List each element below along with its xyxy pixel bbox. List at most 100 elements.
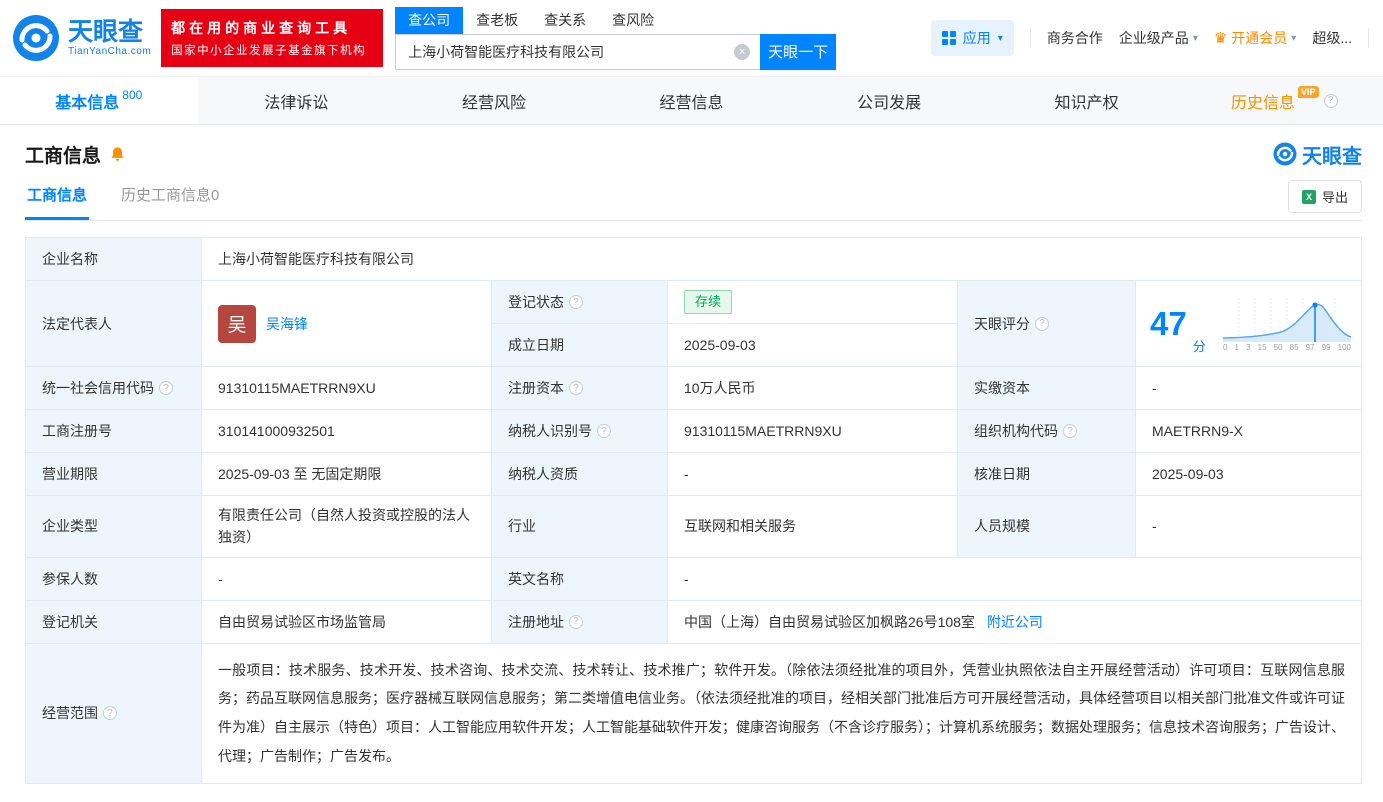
field-value-insured: - [202,558,492,601]
export-button[interactable]: X 导出 [1288,180,1362,213]
field-value-reg-status: 存续 [668,281,958,324]
top-bar: 天眼查 TianYanCha.com 都在用的商业查询工具 国家中小企业发展子基… [0,0,1383,76]
field-value-taxpayer-quality: - [668,453,958,496]
tab-operating-risk[interactable]: 经营风险 [395,77,593,124]
tab-legal[interactable]: 法律诉讼 [198,77,396,124]
tab-business-info[interactable]: 经营信息 [593,77,791,124]
field-value-reg-no: 310141000932501 [202,410,492,453]
menu-enterprise[interactable]: 企业级产品 ▾ [1119,28,1198,48]
score-value: 47 [1150,307,1187,340]
brand-name: 天眼查 [68,19,151,47]
field-label-english-name: 英文名称 [492,558,668,601]
tab-intellectual-property[interactable]: 知识产权 [988,77,1186,124]
header-menu: 应用 ▾ 商务合作 企业级产品 ▾ ♛ 开通会员 ▾ 超级... [931,20,1369,56]
score-unit: 分 [1193,336,1206,355]
tab-operating-risk-label: 经营风险 [462,89,526,113]
field-label-company-type: 企业类型 [26,496,202,558]
field-value-taxpayer-no: 91310115MAETRRN9XU [668,410,958,453]
tab-history-info[interactable]: 历史信息 VIP ? [1185,77,1383,124]
field-label-taxpayer-quality: 纳税人资质 [492,453,668,496]
help-icon[interactable]: ? [569,295,583,309]
field-label-paid-capital: 实缴资本 [958,367,1136,410]
menu-cooperation-label: 商务合作 [1047,28,1103,48]
field-value-industry: 互联网和相关服务 [668,496,958,558]
score-distribution-chart: 0131550859799100 [1223,296,1351,352]
help-icon[interactable]: ? [569,615,583,629]
menu-cooperation[interactable]: 商务合作 [1047,28,1103,48]
help-icon[interactable]: ? [1324,94,1338,108]
field-label-approved: 核准日期 [958,453,1136,496]
section-title: 工商信息 [25,141,101,168]
tab-business-info-label: 经营信息 [660,89,724,113]
field-label-insured: 参保人数 [26,558,202,601]
field-label-scope: 经营范围? [26,644,202,783]
field-label-credit-code: 统一社会信用代码? [26,367,202,410]
watermark-text: 天眼查 [1302,140,1362,169]
tianyancha-logo[interactable]: 天眼查 TianYanCha.com [12,14,151,62]
field-label-company-name: 企业名称 [26,238,202,281]
tab-history-label: 历史信息 [1231,89,1295,113]
menu-vip-label: 开通会员 [1231,28,1287,48]
menu-vip[interactable]: ♛ 开通会员 ▾ [1214,28,1296,48]
field-label-term: 营业期限 [26,453,202,496]
help-icon[interactable]: ? [1035,317,1049,331]
field-value-org-code: MAETRRN9-X [1136,410,1361,453]
status-badge: 存续 [684,290,732,314]
apps-label: 应用 [963,28,991,48]
field-value-scope: 一般项目：技术服务、技术开发、技术咨询、技术交流、技术转让、技术推广；软件开发。… [202,644,1361,783]
nearby-companies-link[interactable]: 附近公司 [987,612,1043,632]
promo-line2: 国家中小企业发展子基金旗下机构 [171,42,373,58]
search-button[interactable]: 天眼一下 [760,34,836,70]
search-input[interactable] [395,34,760,70]
chevron-down-icon: ▾ [998,33,1003,44]
tab-basic-info[interactable]: 基本信息 800 [0,77,198,124]
field-value-address: 中国（上海）自由贸易试验区加枫路26号108室 附近公司 [668,601,1361,644]
help-icon[interactable]: ? [159,381,173,395]
help-icon[interactable]: ? [569,381,583,395]
export-label: 导出 [1322,187,1348,206]
help-icon[interactable]: ? [103,706,117,720]
bell-icon[interactable] [109,146,126,163]
search-tab-company[interactable]: 查公司 [395,7,463,34]
field-value-paid-capital: - [1136,367,1361,410]
field-label-authority: 登记机关 [26,601,202,644]
field-label-industry: 行业 [492,496,668,558]
chevron-down-icon: ▾ [1291,33,1296,44]
promo-badge[interactable]: 都在用的商业查询工具 国家中小企业发展子基金旗下机构 [161,9,383,67]
search-tab-risk[interactable]: 查风险 [599,7,667,34]
subtab-business-info[interactable]: 工商信息 [25,184,89,220]
chevron-down-icon: ▾ [1193,33,1198,44]
field-label-established: 成立日期 [492,324,668,367]
tianyancha-logo-icon [12,14,60,62]
clear-icon[interactable]: × [734,44,750,60]
field-value-legal-rep: 吴 吴海锋 [202,281,492,367]
field-label-legal-rep: 法定代表人 [26,281,202,367]
divider [1368,28,1369,48]
tab-basic-info-label: 基本信息 [55,89,119,113]
subtab-history-business-info[interactable]: 历史工商信息0 [119,184,221,220]
watermark-logo: 天眼查 [1273,140,1362,169]
field-value-approved: 2025-09-03 [1136,453,1361,496]
avatar[interactable]: 吴 [218,305,256,343]
field-value-score: 47 分 0131550859799100 [1136,281,1361,367]
menu-super[interactable]: 超级... [1312,28,1352,48]
tab-legal-label: 法律诉讼 [264,89,328,113]
search-tab-relation[interactable]: 查关系 [531,7,599,34]
field-value-company-type: 有限责任公司（自然人投资或控股的法人独资） [202,496,492,558]
help-icon[interactable]: ? [1063,424,1077,438]
apps-menu[interactable]: 应用 ▾ [931,20,1014,56]
tab-company-development-label: 公司发展 [857,89,921,113]
content: 工商信息 天眼查 工商信息 历史工商信息0 X 导出 企业名称 上海小荷智能医疗… [0,129,1383,802]
main-nav-tabs: 基本信息 800 法律诉讼 经营风险 经营信息 公司发展 知识产权 历史信息 V… [0,76,1383,125]
tab-ip-label: 知识产权 [1055,89,1119,113]
search-tab-boss[interactable]: 查老板 [463,7,531,34]
field-label-address: 注册地址? [492,601,668,644]
help-icon[interactable]: ? [597,424,611,438]
tab-company-development[interactable]: 公司发展 [790,77,988,124]
field-label-staff-size: 人员规模 [958,496,1136,558]
field-label-taxpayer-no: 纳税人识别号? [492,410,668,453]
search-tabs: 查公司 查老板 查关系 查风险 [395,7,836,34]
sub-tabs: 工商信息 历史工商信息0 X 导出 [25,179,1362,221]
search-block: 查公司 查老板 查关系 查风险 × 天眼一下 [395,7,836,70]
legal-rep-link[interactable]: 吴海锋 [266,314,308,334]
